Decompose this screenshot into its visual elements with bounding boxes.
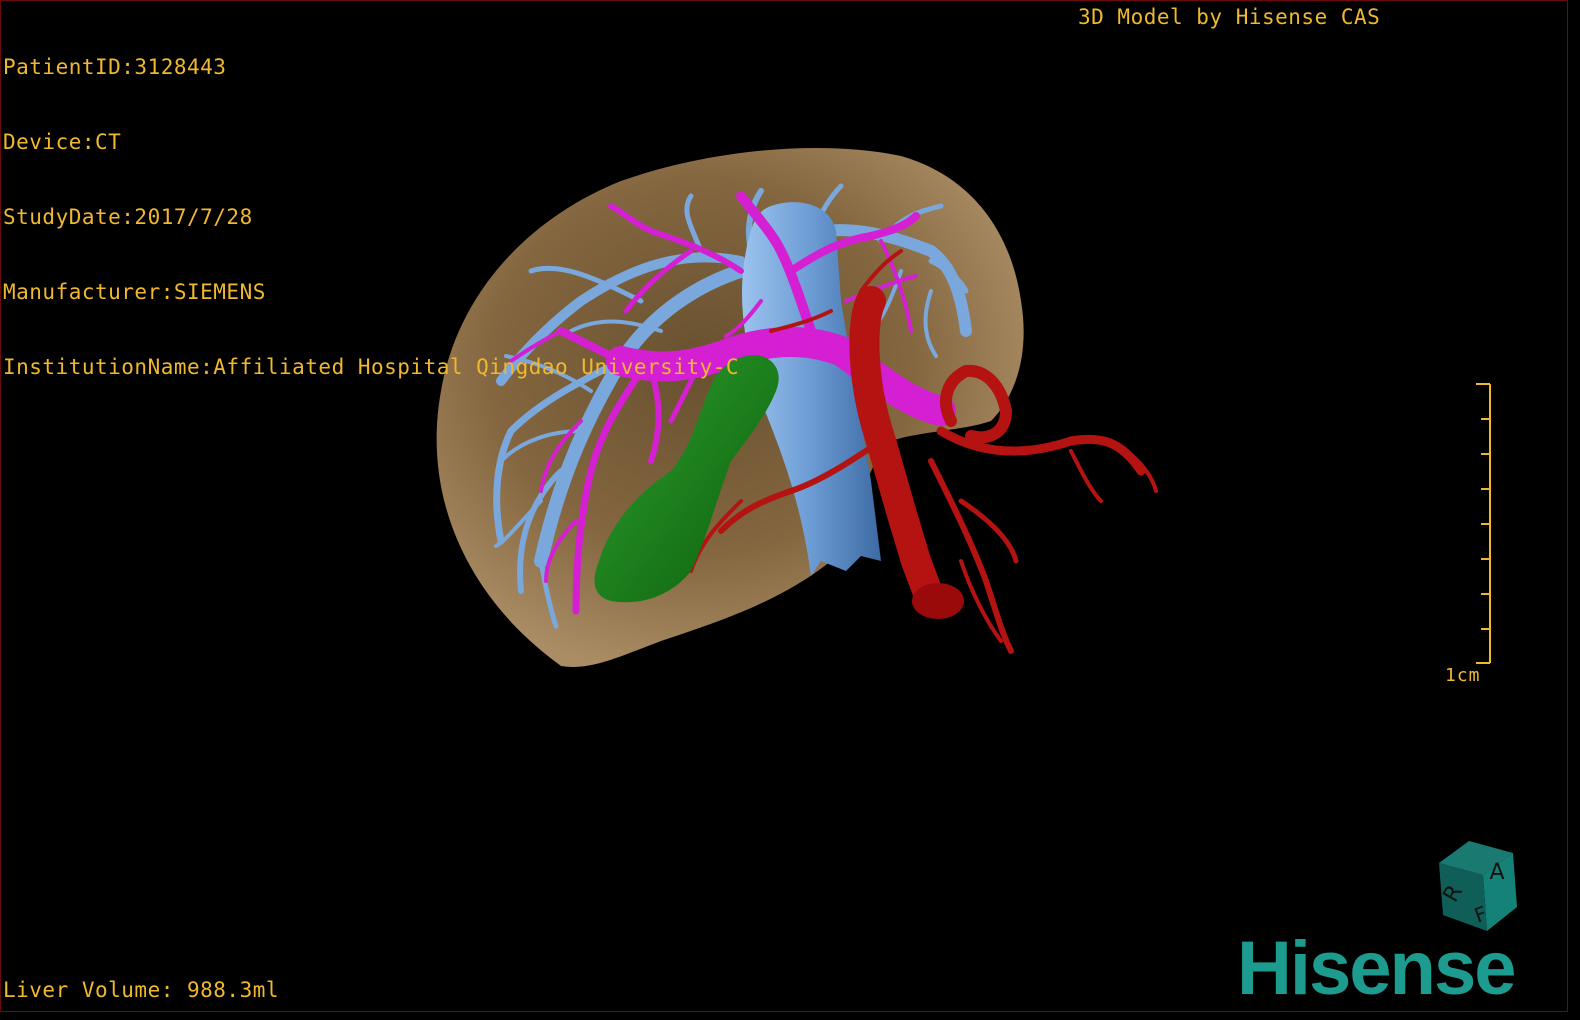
cube-label-a: A	[1489, 860, 1504, 885]
liver-volume-label: Liver Volume: 988.3ml	[3, 978, 280, 1002]
device-label: Device:CT	[3, 130, 122, 154]
scale-bar	[1476, 383, 1491, 664]
patient-id-label: PatientID:3128443	[3, 55, 227, 79]
dicom-info-block: PatientID:3128443 Device:CT StudyDate:20…	[3, 5, 739, 430]
3d-viewport[interactable]: PatientID:3128443 Device:CT StudyDate:20…	[0, 0, 1568, 1012]
aorta-cap	[912, 583, 964, 619]
orientation-cube-icon[interactable]: A R F	[1421, 835, 1521, 935]
study-date-label: StudyDate:2017/7/28	[3, 205, 253, 229]
hisense-logo: Hisense	[1237, 926, 1516, 1011]
model-credit-label: 3D Model by Hisense CAS	[1078, 5, 1381, 29]
institution-label: InstitutionName:Affiliated Hospital Qing…	[3, 355, 740, 379]
manufacturer-label: Manufacturer:SIEMENS	[3, 280, 266, 304]
scale-label: 1cm	[1445, 665, 1481, 686]
